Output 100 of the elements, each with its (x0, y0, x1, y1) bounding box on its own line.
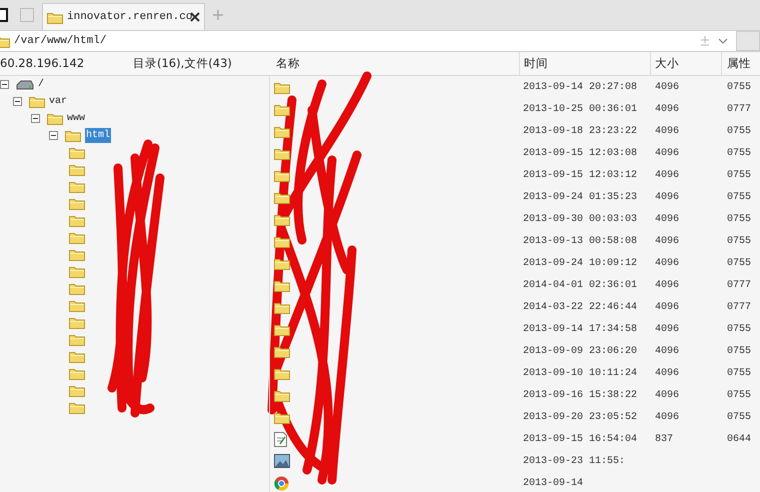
time-cell: 2013-09-18 23:23:22 (523, 126, 638, 136)
column-header[interactable]: 大小 (651, 52, 722, 75)
permission-cell: 0755 (727, 346, 752, 356)
folder-icon (69, 350, 85, 363)
browser-icon (274, 476, 289, 490)
tree-item[interactable]: var (49, 94, 68, 109)
column-header[interactable]: 名称 (270, 52, 520, 75)
size-cell: 4096 (655, 258, 680, 268)
permission-cell: 0755 (727, 214, 752, 224)
size-cell: 4096 (655, 412, 680, 422)
size-cell: 4096 (655, 324, 680, 334)
folder-icon (274, 300, 290, 314)
folder-icon (69, 214, 85, 227)
time-cell: 2013-10-25 00:36:01 (523, 104, 638, 114)
time-cell: 2013-09-24 01:35:23 (523, 192, 638, 202)
time-cell: 2013-09-23 11:55: (523, 456, 626, 466)
time-cell: 2013-09-14 (523, 478, 584, 488)
folder-icon (274, 190, 290, 204)
time-cell: 2014-03-22 22:46:44 (523, 302, 638, 312)
tab[interactable]: innovator.renren.co (42, 3, 206, 30)
column-header[interactable]: 属性 (722, 52, 751, 75)
time-cell: 2013-09-14 20:27:08 (523, 82, 638, 92)
tree-item[interactable]: / (38, 77, 44, 92)
folder-icon (29, 95, 45, 108)
size-cell: 4096 (655, 170, 680, 180)
folder-icon (69, 231, 85, 244)
folder-icon (69, 197, 85, 210)
folder-icon (69, 384, 85, 397)
folder-icon (69, 282, 85, 295)
time-cell: 2014-04-01 02:36:01 (523, 280, 638, 290)
time-cell: 2013-09-20 23:05:52 (523, 412, 638, 422)
size-cell: 4096 (655, 346, 680, 356)
size-cell: 4096 (655, 236, 680, 246)
folder-icon (274, 102, 290, 116)
permission-cell: 0755 (727, 192, 752, 202)
permission-cell: 0755 (727, 236, 752, 246)
time-cell: 2013-09-14 17:34:58 (523, 324, 638, 334)
dropdown-icon[interactable] (718, 38, 728, 44)
folder-icon (69, 180, 85, 193)
time-cell: 2013-09-24 10:09:12 (523, 258, 638, 268)
folder-icon (274, 388, 290, 402)
folder-icon (69, 163, 85, 176)
summary-label: 目录(16),文件(43) (133, 54, 232, 72)
folder-icon (69, 248, 85, 261)
permission-cell: 0755 (727, 368, 752, 378)
size-cell: 4096 (655, 302, 680, 312)
collapse-icon[interactable] (0, 80, 9, 89)
time-cell: 2013-09-15 16:54:04 (523, 434, 638, 444)
size-cell: 837 (655, 434, 674, 444)
folder-icon (69, 265, 85, 278)
folder-icon (274, 278, 290, 292)
drive-icon (16, 80, 34, 90)
size-cell: 4096 (655, 192, 680, 202)
permission-cell: 0777 (727, 280, 752, 290)
permission-cell: 0755 (727, 390, 752, 400)
size-cell: 4096 (655, 214, 680, 224)
time-cell: 2013-09-10 10:11:24 (523, 368, 638, 378)
size-cell: 4096 (655, 368, 680, 378)
tree-item[interactable]: www (67, 111, 86, 126)
permission-cell: 0755 (727, 170, 752, 180)
size-cell: 4096 (655, 104, 680, 114)
permission-cell: 0755 (727, 324, 752, 334)
permission-cell: 0777 (727, 104, 752, 114)
permission-cell: 0644 (727, 434, 752, 444)
size-cell: 4096 (655, 390, 680, 400)
close-icon[interactable] (190, 12, 200, 22)
folder-icon (69, 316, 85, 329)
folder-icon (69, 401, 85, 414)
permission-cell: 0755 (727, 82, 752, 92)
size-cell: 4096 (655, 82, 680, 92)
collapse-icon[interactable] (31, 114, 40, 123)
folder-icon (47, 112, 63, 125)
permission-cell: 0777 (727, 302, 752, 312)
host-label: 60.28.196.142 (0, 54, 86, 72)
tree-item[interactable]: html (85, 128, 112, 143)
folder-icon (274, 322, 290, 336)
image-icon (274, 454, 290, 468)
permission-cell: 0755 (727, 148, 752, 158)
folder-icon (274, 124, 290, 138)
permission-cell: 0755 (727, 258, 752, 268)
folder-icon (274, 366, 290, 380)
folder-icon (274, 256, 290, 270)
permission-cell: 0755 (727, 412, 752, 422)
folder-icon (274, 80, 290, 94)
column-header[interactable]: 时间 (520, 52, 651, 75)
folder-icon (69, 333, 85, 346)
collapse-icon[interactable] (13, 97, 22, 106)
time-cell: 2013-09-13 00:58:08 (523, 236, 638, 246)
folder-icon (65, 129, 81, 142)
collapse-icon[interactable] (49, 131, 58, 140)
size-cell: 4096 (655, 148, 680, 158)
folder-icon (274, 146, 290, 160)
document-icon (274, 432, 287, 446)
time-cell: 2013-09-15 12:03:08 (523, 148, 638, 158)
time-cell: 2013-09-09 23:06:20 (523, 346, 638, 356)
folder-icon (69, 299, 85, 312)
size-cell: 4096 (655, 126, 680, 136)
time-cell: 2013-09-30 00:03:03 (523, 214, 638, 224)
time-cell: 2013-09-16 15:38:22 (523, 390, 638, 400)
folder-icon (47, 10, 63, 24)
